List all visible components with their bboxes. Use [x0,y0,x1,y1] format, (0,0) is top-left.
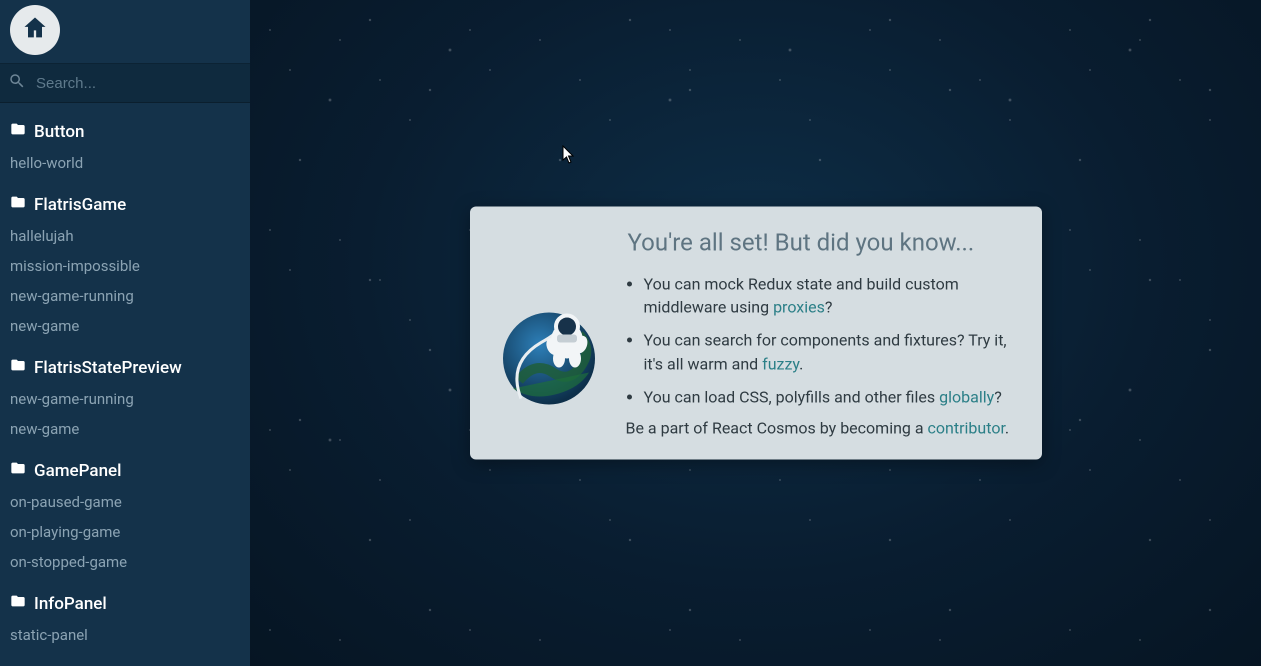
home-icon [21,14,49,46]
welcome-title: You're all set! But did you know... [628,229,1014,257]
astronaut-illustration [498,273,608,438]
component-header[interactable]: Button [10,115,240,148]
tip-post: ? [825,298,833,317]
component-tree: Button hello-world FlatrisGame hallelujahmi… [0,103,250,666]
footer-line: Be a part of React Cosmos by becoming a … [626,418,1014,437]
fixture-item[interactable]: mission-impossible [10,251,240,281]
fixture-item[interactable]: new-game [10,414,240,444]
tips-list: You can mock Redux state and build custo… [626,273,1014,409]
component-name: FlatrisGame [34,195,126,215]
footer-post: . [1005,418,1009,437]
component-name: InfoPanel [34,594,107,614]
component-header[interactable]: GamePanel [10,454,240,487]
component-name: FlatrisStatePreview [34,358,182,378]
fixture-item[interactable]: new-game-running [10,384,240,414]
main-canvas: You're all set! But did you know... [250,0,1261,666]
fixture-item[interactable]: on-stopped-game [10,547,240,577]
tip-item: You can search for components and fixtur… [644,329,1014,375]
sidebar: Button hello-world FlatrisGame hallelujahmi… [0,0,250,666]
folder-icon [10,121,34,142]
tip-item: You can mock Redux state and build custo… [644,273,1014,319]
fixture-item[interactable]: new-game [10,311,240,341]
footer-pre: Be a part of React Cosmos by becoming a [626,418,928,437]
component-header[interactable]: InfoPanel [10,587,240,620]
folder-icon [10,460,34,481]
fixture-item[interactable]: on-playing-game [10,517,240,547]
welcome-card: You're all set! But did you know... [470,207,1042,460]
tip-link[interactable]: proxies [773,298,825,317]
fixture-item[interactable]: static-panel [10,620,240,650]
tip-pre: You can search for components and fixtur… [644,331,1007,373]
tip-item: You can load CSS, polyfills and other fi… [644,385,1014,408]
home-button[interactable] [10,5,60,55]
fixture-item[interactable]: hallelujah [10,221,240,251]
component-header[interactable]: FlatrisStatePreview [10,351,240,384]
fixture-item[interactable]: on-paused-game [10,487,240,517]
tip-link[interactable]: fuzzy [762,354,799,373]
folder-icon [10,593,34,614]
component-header[interactable]: FlatrisGame [10,188,240,221]
fixture-item[interactable]: hello-world [10,148,240,178]
search-row [0,63,250,103]
tip-post: . [799,354,803,373]
tip-post: ? [994,387,1002,406]
tip-link[interactable]: globally [939,387,994,406]
search-icon [8,72,36,94]
component-header[interactable]: Logo [10,660,240,666]
footer-link[interactable]: contributor [928,418,1005,437]
tip-pre: You can load CSS, polyfills and other fi… [644,387,940,406]
component-name: Button [34,122,84,142]
cursor-icon [562,145,576,165]
folder-icon [10,357,34,378]
fixture-item[interactable]: new-game-running [10,281,240,311]
component-name: GamePanel [34,461,121,481]
search-input[interactable] [36,75,240,92]
folder-icon [10,194,34,215]
